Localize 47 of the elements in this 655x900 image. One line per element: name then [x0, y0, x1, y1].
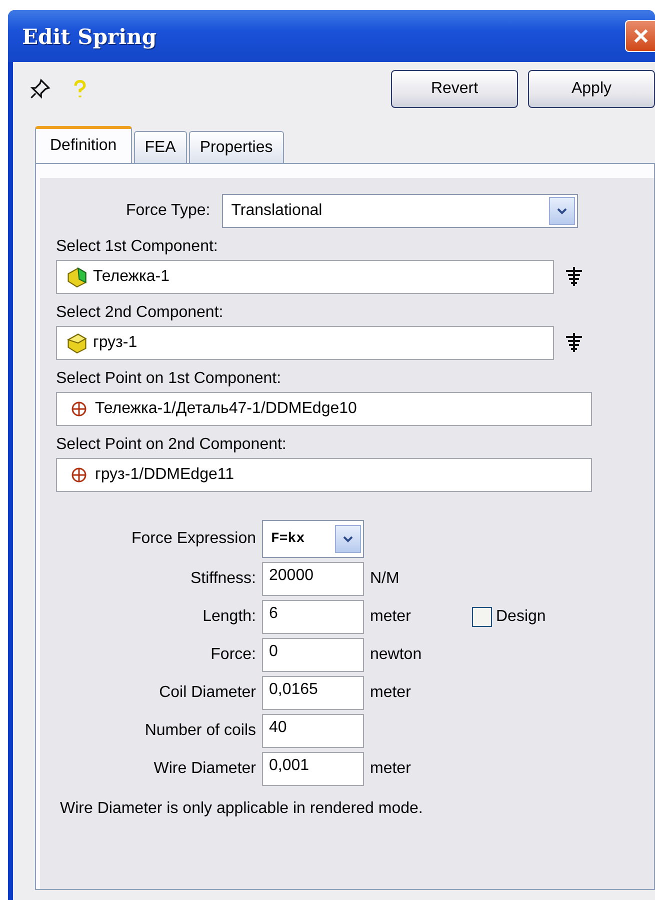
toolbar-button[interactable]: Revert [391, 70, 518, 108]
input-field[interactable]: 6 [262, 600, 364, 634]
arrow-down-icon[interactable] [564, 332, 584, 354]
selection-field[interactable]: Тележка-1/Деталь47-1/DDMEdge10 [56, 392, 592, 426]
unit-label: N/M [370, 570, 400, 587]
toolbar-button[interactable]: Apply [528, 70, 655, 108]
field-label: Wire Diameter [152, 760, 256, 778]
selection-field[interactable]: груз-1/DDMEdge11 [56, 458, 592, 492]
field-label: Select Point on 2nd Component: [56, 436, 286, 453]
force-type-dropdown[interactable]: Translational [222, 194, 578, 228]
unit-label: newton [370, 646, 422, 663]
selection-field[interactable]: Тележка-1 [56, 260, 554, 294]
input-field[interactable]: 40 [262, 714, 364, 748]
field-label: Length: [202, 608, 256, 626]
checkbox-label: Design [496, 608, 546, 626]
window-title: Edit Spring [22, 24, 157, 48]
field-label: Select 1st Component: [56, 238, 218, 255]
arrow-down-icon[interactable] [564, 266, 584, 288]
close-icon [632, 28, 648, 44]
design-checkbox[interactable] [472, 607, 492, 627]
tab[interactable]: Definition [35, 126, 132, 163]
field-label: Coil Diameter [158, 684, 256, 702]
note-text: Wire Diameter is only applicable in rendered mode. [60, 800, 423, 817]
component-icon [65, 265, 89, 289]
force-expression-dropdown[interactable]: F=kx [262, 520, 364, 558]
field-label: Force: [210, 646, 256, 664]
crosshair-icon [71, 401, 87, 417]
field-label: Force Expression [130, 530, 256, 548]
pushpin-icon[interactable] [29, 78, 51, 100]
input-field[interactable]: 0 [262, 638, 364, 672]
unit-label: meter [370, 760, 411, 777]
field-label: Select 2nd Component: [56, 304, 224, 321]
tab[interactable]: FEA [134, 131, 187, 163]
field-label: Number of coils [144, 722, 256, 740]
tab[interactable]: Properties [188, 131, 284, 163]
field-label: Select Point on 1st Component: [56, 370, 282, 387]
input-field[interactable]: 0,0165 [262, 676, 364, 710]
component-icon [65, 331, 89, 355]
unit-label: meter [370, 608, 411, 625]
field-label: Stiffness: [189, 570, 256, 588]
selection-field[interactable]: груз-1 [56, 326, 554, 360]
input-field[interactable]: 0,001 [262, 752, 364, 786]
input-field[interactable]: 20000 [262, 562, 364, 596]
crosshair-icon [71, 467, 87, 483]
field-label: Force Type: [126, 202, 210, 220]
unit-label: meter [370, 684, 411, 701]
close-button[interactable] [625, 20, 655, 52]
